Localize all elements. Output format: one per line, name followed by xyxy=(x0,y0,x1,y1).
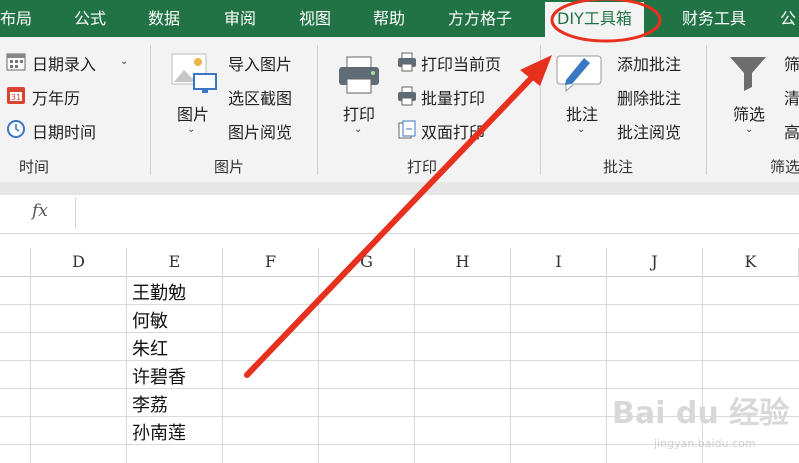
formula-input[interactable] xyxy=(75,198,799,229)
delete-comment-button[interactable]: 删除批注 xyxy=(617,85,681,109)
column-header-d[interactable]: D xyxy=(31,248,127,276)
print-page-icon xyxy=(397,52,417,76)
group-separator xyxy=(540,45,541,175)
filter-item-2[interactable]: 清 xyxy=(784,85,799,109)
filter-item-1[interactable]: 筛 xyxy=(784,51,799,75)
grid-line xyxy=(0,360,799,361)
tab-data[interactable]: 数据 xyxy=(148,0,180,37)
cell-e-1[interactable]: 王勤勉 xyxy=(132,279,186,305)
cell-grid[interactable]: 王勤勉 何敏 朱红 许碧香 李荔 孙南莲 xyxy=(0,276,799,463)
column-header-row: D E F G H I J K xyxy=(0,248,799,277)
tab-fangfang[interactable]: 方方格子 xyxy=(448,0,512,37)
tab-diy-toolbox[interactable]: DIY工具箱 xyxy=(545,2,644,37)
filter-funnel-icon[interactable] xyxy=(728,53,768,97)
picture-view-button[interactable]: 图片阅览 xyxy=(228,119,292,143)
picture-button[interactable]: 图片 xyxy=(177,101,209,125)
picture-icon[interactable] xyxy=(170,52,218,100)
column-header-blank[interactable] xyxy=(0,248,31,276)
duplex-print-button[interactable]: 双面打印 xyxy=(421,119,485,143)
svg-text:31: 31 xyxy=(11,93,21,102)
column-header-g[interactable]: G xyxy=(319,248,415,276)
group-label-time: 时间 xyxy=(19,158,50,176)
filter-item-3[interactable]: 高 xyxy=(784,119,799,143)
chevron-down-icon[interactable]: ⌄ xyxy=(354,124,362,135)
comment-button[interactable]: 批注 xyxy=(566,101,598,125)
group-label-filter: 筛选 xyxy=(770,158,799,176)
tab-layout[interactable]: 布局 xyxy=(0,0,32,37)
formula-bar: fx xyxy=(0,195,799,234)
column-header-i[interactable]: I xyxy=(511,248,607,276)
grid-line xyxy=(0,304,799,305)
duplex-print-icon xyxy=(397,120,417,144)
selection-screenshot-button[interactable]: 选区截图 xyxy=(228,85,292,109)
ribbon: 日期录入 ⌄ 31 万年历 日期时间 时间 图片 ⌄ 导入图片 选区截图 图片阅… xyxy=(0,37,799,183)
fx-icon[interactable]: fx xyxy=(32,201,48,221)
add-comment-button[interactable]: 添加批注 xyxy=(617,51,681,75)
print-button[interactable]: 打印 xyxy=(343,101,375,125)
tab-formulas[interactable]: 公式 xyxy=(74,0,106,37)
tab-review[interactable]: 审阅 xyxy=(224,0,256,37)
tab-partial[interactable]: 公 xyxy=(780,0,796,37)
tab-view[interactable]: 视图 xyxy=(299,0,331,37)
printer-icon[interactable] xyxy=(337,55,381,99)
cell-e-4[interactable]: 许碧香 xyxy=(132,363,186,389)
tab-help[interactable]: 帮助 xyxy=(373,0,405,37)
group-label-picture: 图片 xyxy=(214,158,245,176)
group-label-comment: 批注 xyxy=(603,158,634,176)
tab-finance-tools[interactable]: 财务工具 xyxy=(682,0,746,37)
ribbon-tab-bar: 布局 公式 数据 审阅 视图 帮助 方方格子 DIY工具箱 财务工具 公 xyxy=(0,0,799,37)
date-time-button[interactable]: 日期时间 xyxy=(32,119,96,143)
chevron-down-icon[interactable]: ⌄ xyxy=(745,124,753,135)
group-separator xyxy=(706,45,707,175)
group-label-print: 打印 xyxy=(407,158,438,176)
print-current-page-button[interactable]: 打印当前页 xyxy=(421,51,501,75)
batch-print-button[interactable]: 批量打印 xyxy=(421,85,485,109)
comment-view-button[interactable]: 批注阅览 xyxy=(617,119,681,143)
cell-e-6[interactable]: 孙南莲 xyxy=(132,419,186,445)
column-header-f[interactable]: F xyxy=(223,248,319,276)
clock-icon xyxy=(6,119,26,143)
comment-pen-icon[interactable] xyxy=(556,50,604,98)
group-separator xyxy=(317,45,318,175)
perpetual-calendar-button[interactable]: 万年历 xyxy=(32,85,80,109)
calendar-icon: 31 xyxy=(6,85,26,109)
watermark-logo: Bai du 经验 xyxy=(612,396,790,431)
column-header-e[interactable]: E xyxy=(127,248,223,276)
column-header-k[interactable]: K xyxy=(703,248,799,276)
cell-e-2[interactable]: 何敏 xyxy=(132,307,168,333)
filter-button[interactable]: 筛选 xyxy=(733,101,765,125)
chevron-down-icon[interactable]: ⌄ xyxy=(120,56,128,67)
date-entry-button[interactable]: 日期录入 xyxy=(32,51,96,75)
cell-e-3[interactable]: 朱红 xyxy=(132,335,168,361)
watermark-url: jingyan.baidu.com xyxy=(654,437,756,450)
column-header-h[interactable]: H xyxy=(415,248,511,276)
ribbon-gap xyxy=(0,182,799,195)
column-header-j[interactable]: J xyxy=(607,248,703,276)
chevron-down-icon[interactable]: ⌄ xyxy=(577,124,585,135)
group-separator xyxy=(150,45,151,175)
grid-line xyxy=(0,332,799,333)
chevron-down-icon[interactable]: ⌄ xyxy=(187,124,195,135)
calendar-grid-icon xyxy=(6,52,26,76)
cell-e-5[interactable]: 李荔 xyxy=(132,391,168,417)
import-picture-button[interactable]: 导入图片 xyxy=(228,51,292,75)
batch-print-icon xyxy=(397,86,417,110)
